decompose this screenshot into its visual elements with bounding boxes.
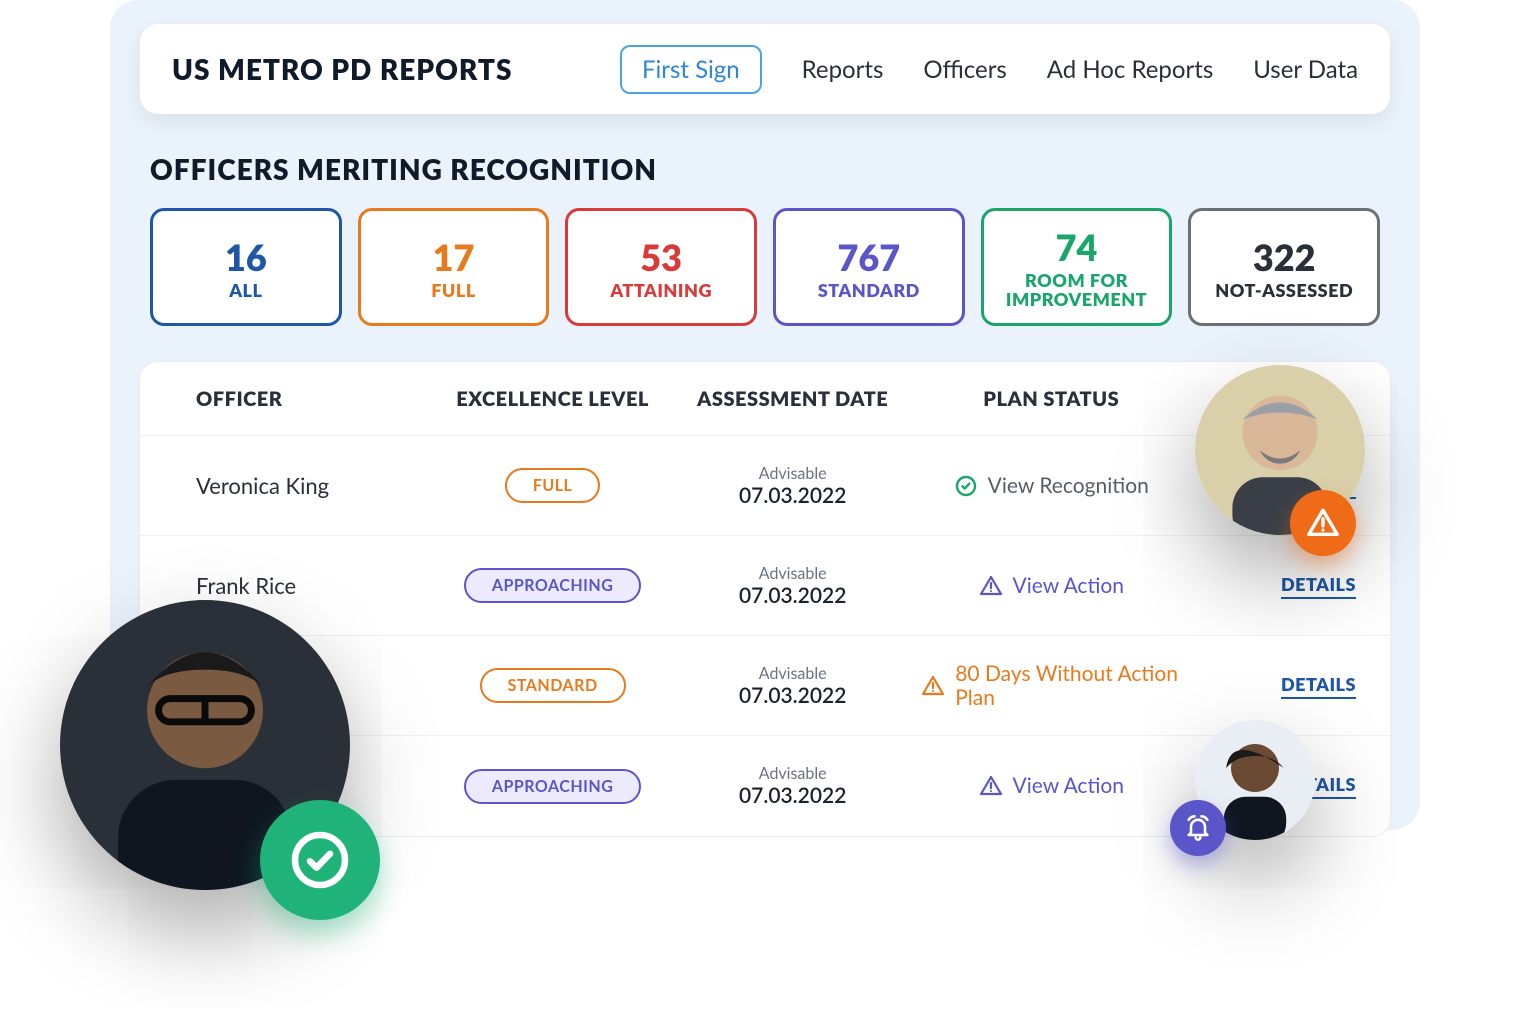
card-count: 17 bbox=[433, 235, 475, 279]
nav-reports[interactable]: Reports bbox=[802, 55, 884, 84]
check-badge-icon bbox=[260, 800, 380, 920]
assessment-date: Advisable07.03.2022 bbox=[673, 564, 913, 608]
excellence-pill: FULL bbox=[505, 468, 601, 503]
warning-triangle-icon bbox=[979, 774, 1003, 798]
col-assess: ASSESSMENT DATE bbox=[673, 387, 913, 411]
plan-status[interactable]: View Recognition bbox=[954, 474, 1149, 498]
plan-status[interactable]: 80 Days Without Action Plan bbox=[921, 662, 1181, 708]
card-label: ATTAINING bbox=[610, 281, 712, 300]
nav-officers[interactable]: Officers bbox=[923, 55, 1006, 84]
check-circle-icon bbox=[954, 474, 978, 498]
card-label: FULL bbox=[431, 281, 476, 300]
details-link[interactable]: DETAILS bbox=[1281, 573, 1356, 599]
warning-badge-icon bbox=[1290, 490, 1356, 556]
officer-name: Veronica King bbox=[174, 472, 433, 499]
section-title: OFFICERS MERITING RECOGNITION bbox=[150, 152, 1380, 186]
excellence-pill: STANDARD bbox=[480, 668, 626, 703]
app-title: US METRO PD REPORTS bbox=[172, 52, 512, 86]
col-level: EXCELLENCE LEVEL bbox=[433, 387, 673, 411]
warning-triangle-icon bbox=[921, 674, 945, 698]
nav: First Sign Reports Officers Ad Hoc Reports U… bbox=[620, 45, 1358, 94]
assessment-date: Advisable07.03.2022 bbox=[673, 464, 913, 508]
filter-card-all[interactable]: 16 ALL bbox=[150, 208, 342, 326]
plan-status[interactable]: View Action bbox=[979, 774, 1125, 798]
nav-ad-hoc-reports[interactable]: Ad Hoc Reports bbox=[1047, 55, 1213, 84]
card-label: ALL bbox=[229, 281, 262, 300]
col-officer: OFFICER bbox=[174, 387, 433, 411]
assessment-date: Advisable07.03.2022 bbox=[673, 764, 913, 808]
bell-badge-icon bbox=[1170, 800, 1226, 856]
card-label: STANDARD bbox=[818, 281, 920, 300]
nav-user-data[interactable]: User Data bbox=[1253, 55, 1358, 84]
topbar: US METRO PD REPORTS First Sign Reports Off… bbox=[140, 24, 1390, 114]
filter-cards: 16 ALL 17 FULL 53 ATTAINING 767 STANDARD 74ROOM … bbox=[150, 208, 1380, 326]
assessment-date: Advisable07.03.2022 bbox=[673, 664, 913, 708]
filter-card-room-for-improvement[interactable]: 74ROOM FOR IMPROVEMENT bbox=[981, 208, 1173, 326]
card-count: 74 bbox=[1056, 225, 1098, 269]
officer-name: Frank Rice bbox=[174, 572, 433, 599]
card-count: 322 bbox=[1253, 235, 1316, 279]
filter-card-not-assessed[interactable]: 322 NOT-ASSESSED bbox=[1188, 208, 1380, 326]
details-link[interactable]: DETAILS bbox=[1281, 673, 1356, 699]
card-count: 16 bbox=[225, 235, 267, 279]
filter-card-full[interactable]: 17 FULL bbox=[358, 208, 550, 326]
nav-first-sign[interactable]: First Sign bbox=[620, 45, 762, 94]
filter-card-attaining[interactable]: 53 ATTAINING bbox=[565, 208, 757, 326]
card-count: 53 bbox=[640, 235, 682, 279]
excellence-pill: APPROACHING bbox=[464, 568, 642, 603]
excellence-pill: APPROACHING bbox=[464, 769, 642, 804]
card-count: 767 bbox=[838, 235, 901, 279]
card-label: NOT-ASSESSED bbox=[1215, 281, 1353, 300]
card-label: ROOM FOR IMPROVEMENT bbox=[984, 271, 1170, 309]
col-status: PLAN STATUS bbox=[913, 387, 1190, 411]
warning-triangle-icon bbox=[979, 574, 1003, 598]
plan-status[interactable]: View Action bbox=[979, 574, 1125, 598]
filter-card-standard[interactable]: 767 STANDARD bbox=[773, 208, 965, 326]
